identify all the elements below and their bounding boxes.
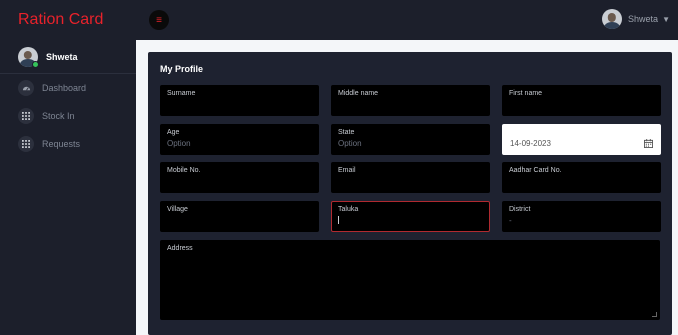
sidebar-item-label: Requests [42, 139, 81, 149]
field-label: Address [167, 245, 193, 252]
field-label: Age [167, 129, 180, 136]
state-select[interactable]: State Option [331, 124, 490, 155]
hamburger-icon: ≡ [156, 14, 162, 26]
first-name-field[interactable]: First name [502, 85, 661, 116]
sidebar-item-label: Stock In [42, 111, 75, 121]
sidebar-item-dashboard[interactable]: Dashboard [0, 74, 136, 102]
date-value: 14-09-2023 [510, 139, 551, 148]
chevron-down-icon: ▼ [662, 14, 670, 24]
middle-name-field[interactable]: Middle name [331, 85, 490, 116]
menu-toggle-button[interactable]: ≡ [149, 10, 169, 30]
select-value: Option [338, 139, 362, 148]
field-label: District [509, 206, 531, 213]
aadhar-field[interactable]: Aadhar Card No. [502, 162, 661, 193]
card-title: My Profile [160, 64, 204, 74]
mobile-field[interactable]: Mobile No. [160, 162, 319, 193]
sidebar-user-name: Shweta [46, 51, 78, 62]
email-field[interactable]: Email [331, 162, 490, 193]
top-navbar: Ration Card ≡ Shweta ▼ [0, 0, 678, 40]
sidebar: Shweta Dashboard Stock In Requests [0, 40, 136, 335]
village-field[interactable]: Village [160, 201, 319, 232]
profile-card: My Profile Surname Middle name First nam… [148, 52, 672, 335]
user-avatar [602, 9, 623, 29]
select-value: - [509, 216, 512, 225]
resize-handle-icon[interactable] [652, 312, 657, 317]
age-select[interactable]: Age Option [160, 124, 319, 155]
sidebar-item-label: Dashboard [42, 83, 87, 93]
field-label: Surname [167, 90, 196, 97]
grid-icon [18, 136, 34, 152]
calendar-icon[interactable] [644, 139, 653, 148]
brand-logo[interactable]: Ration Card [0, 0, 136, 40]
taluka-field[interactable]: Taluka [331, 201, 490, 232]
field-label: First name [509, 90, 543, 97]
date-input[interactable]: 14-09-2023 [502, 124, 661, 155]
field-label: Taluka [338, 206, 359, 213]
sidebar-item-stock-in[interactable]: Stock In [0, 102, 136, 130]
online-status-icon [32, 60, 39, 68]
address-textarea[interactable]: Address [160, 240, 660, 320]
district-select[interactable]: District - [502, 201, 661, 232]
field-label: Aadhar Card No. [509, 167, 562, 174]
field-label: Middle name [338, 90, 379, 97]
field-label: State [338, 129, 355, 136]
text-cursor [338, 216, 339, 224]
sidebar-profile[interactable]: Shweta [0, 40, 136, 74]
select-value: Option [167, 139, 191, 148]
sidebar-item-requests[interactable]: Requests [0, 130, 136, 158]
surname-field[interactable]: Surname [160, 85, 319, 116]
dashboard-icon [18, 80, 34, 96]
user-menu-name: Shweta [628, 14, 659, 24]
field-label: Email [338, 167, 356, 174]
grid-icon [18, 108, 34, 124]
field-label: Mobile No. [167, 167, 201, 174]
field-label: Village [167, 206, 188, 213]
user-menu[interactable]: Shweta ▼ [602, 9, 670, 29]
